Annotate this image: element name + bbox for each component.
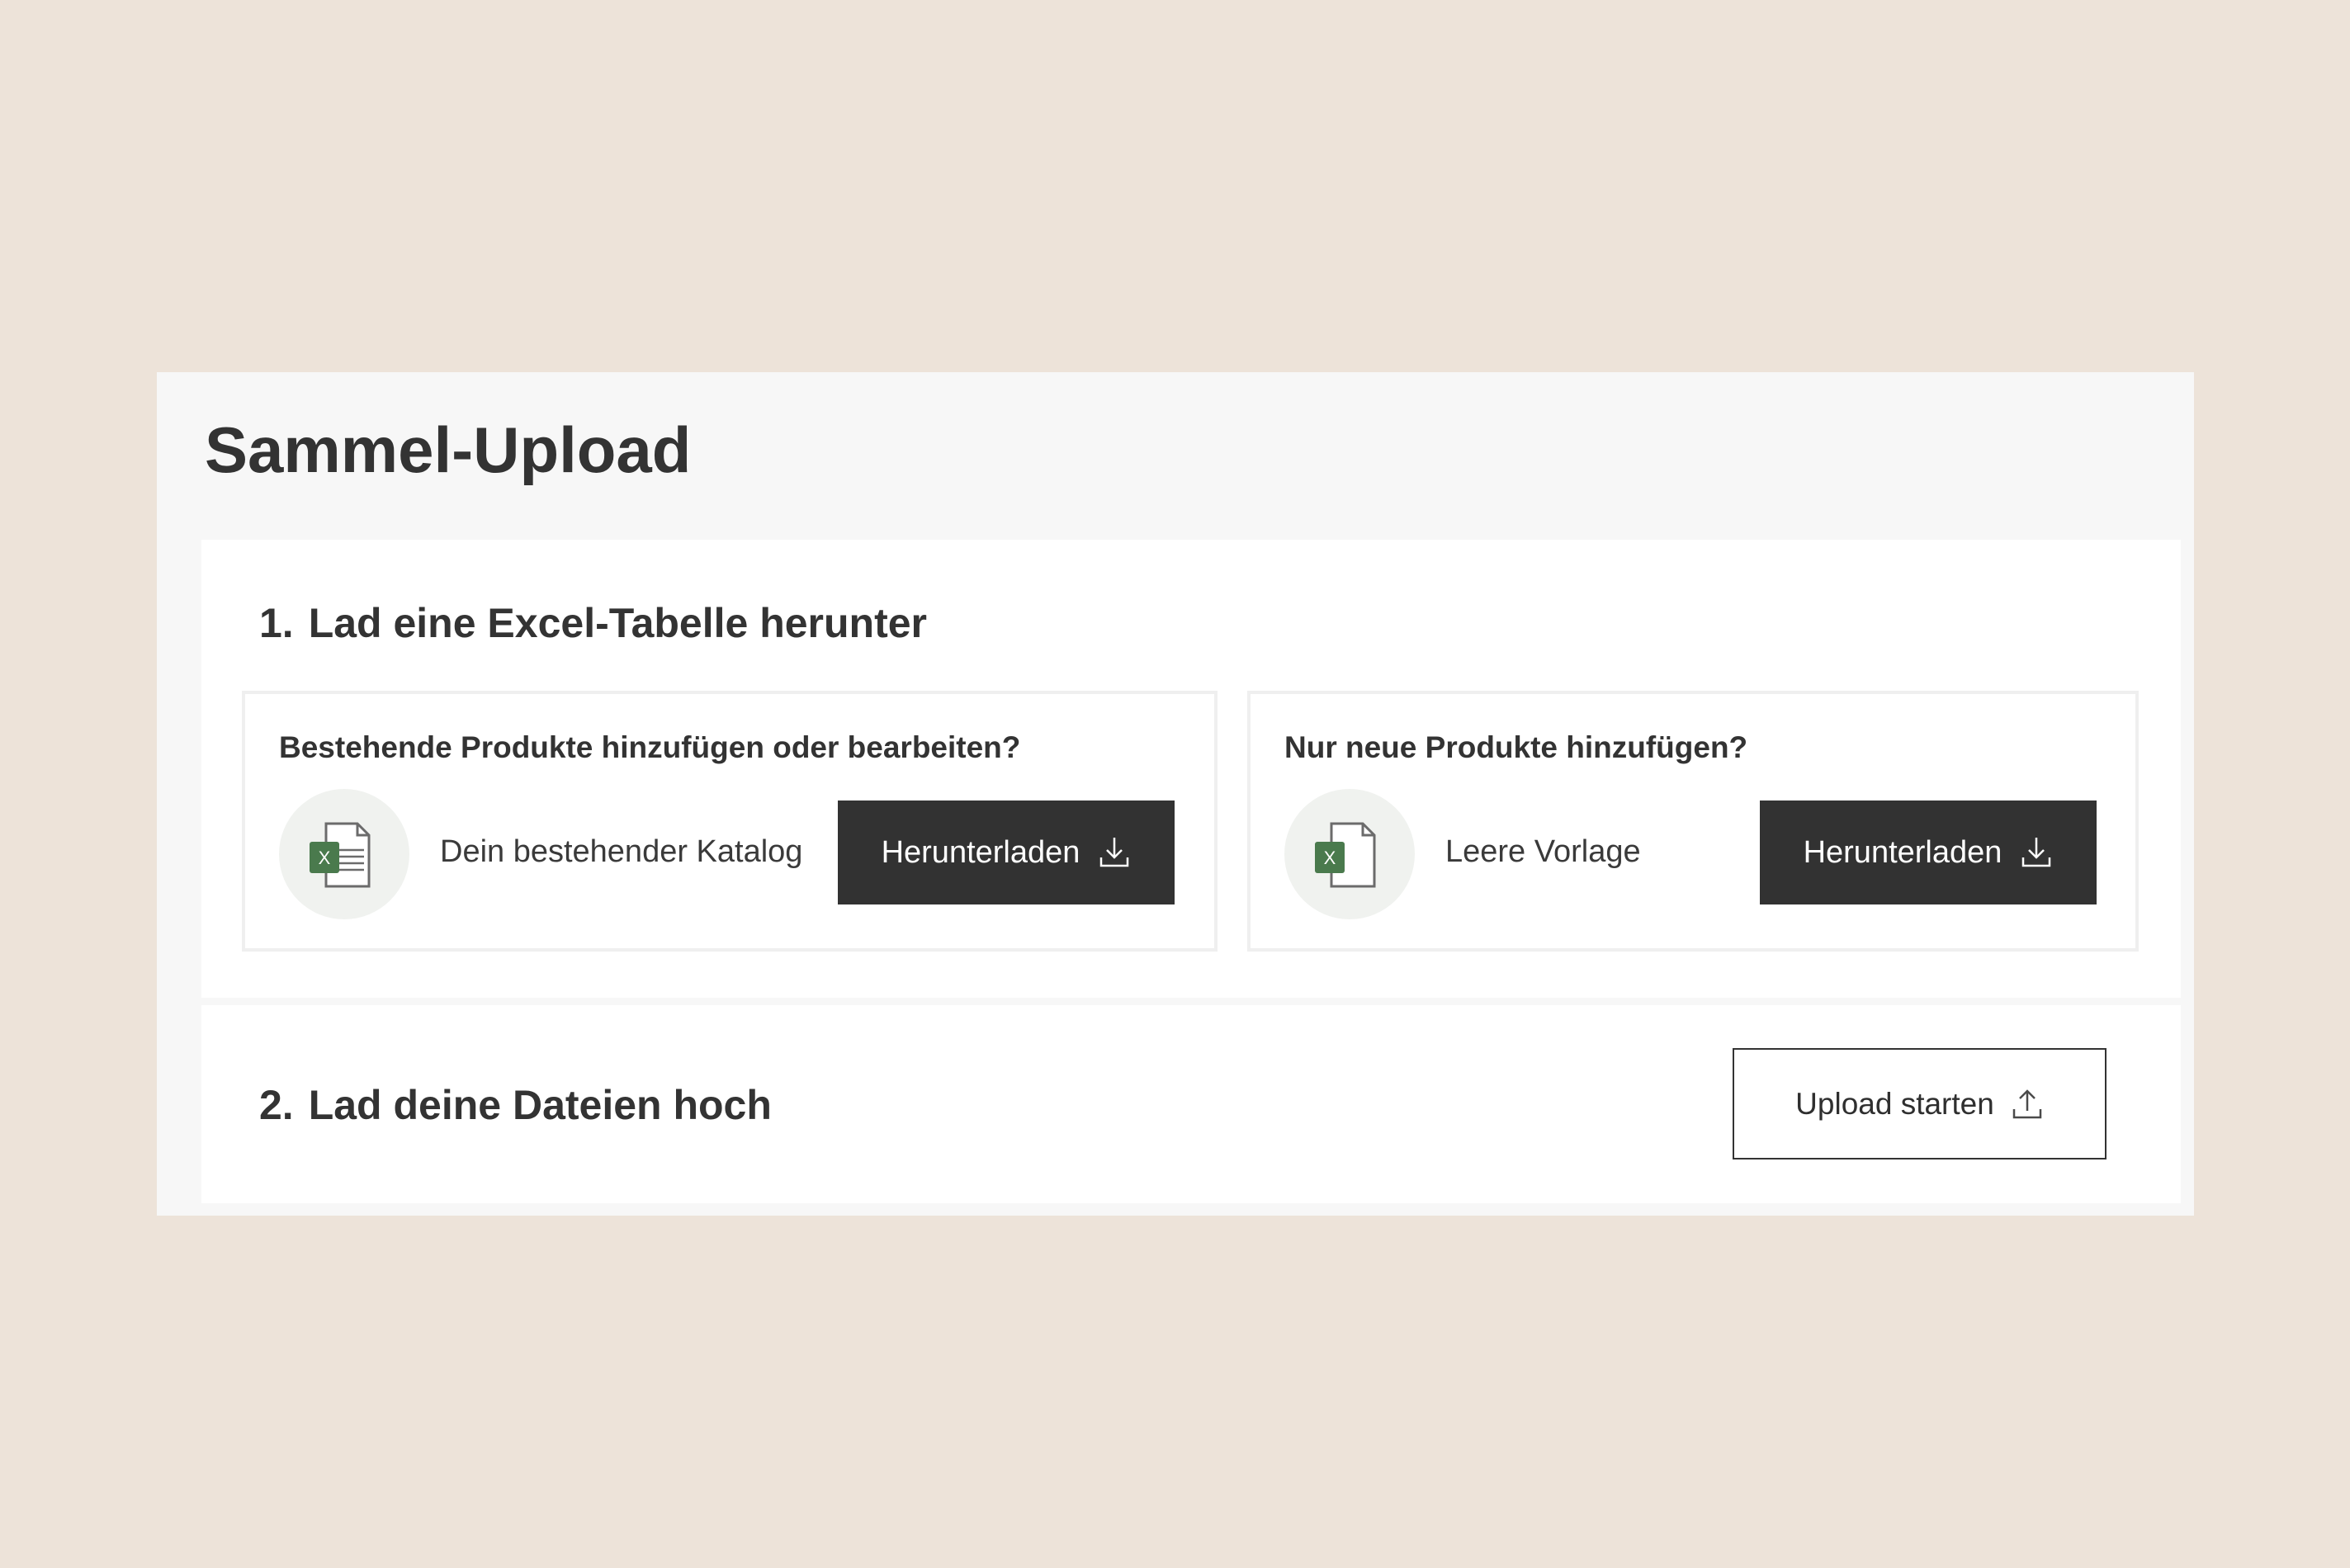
blank-template-label: Leere Vorlage [1445,834,1641,869]
step-2-heading: 2. Lad deine Dateien hoch [259,1081,772,1129]
bulk-upload-panel: Sammel-Upload 1. Lad eine Excel-Tabelle … [157,372,2194,1216]
existing-catalog-card-title: Bestehende Produkte hinzufügen oder bear… [279,730,1021,764]
step-1-number: 1. [259,600,294,646]
step-1-heading: 1. Lad eine Excel-Tabelle herunter [259,599,927,647]
download-icon [1098,834,1131,871]
svg-text:X: X [319,848,331,868]
existing-catalog-card: Bestehende Produkte hinzufügen oder bear… [242,691,1218,952]
new-products-card: Nur neue Produkte hinzufügen? X Leere Vo… [1247,691,2139,952]
svg-text:X: X [1324,848,1336,868]
step-upload-section: 2. Lad deine Dateien hoch Upload starten [201,1005,2181,1203]
excel-file-with-lines-icon: X [279,789,409,919]
step-2-heading-text: Lad deine Dateien hoch [308,1082,772,1128]
download-blank-template-button[interactable]: Herunterladen [1760,801,2097,904]
start-upload-button-label: Upload starten [1795,1086,1994,1121]
upload-icon [2011,1086,2044,1122]
start-upload-button[interactable]: Upload starten [1733,1048,2106,1159]
step-1-heading-text: Lad eine Excel-Tabelle herunter [308,600,928,646]
step-download-section: 1. Lad eine Excel-Tabelle herunter Beste… [201,540,2181,998]
download-existing-catalog-button[interactable]: Herunterladen [838,801,1175,904]
excel-blank-file-icon: X [1284,789,1415,919]
page-title: Sammel-Upload [205,413,692,486]
download-blank-template-button-label: Herunterladen [1803,834,2002,870]
existing-catalog-label: Dein bestehender Katalog [440,834,803,869]
download-existing-catalog-button-label: Herunterladen [881,834,1080,870]
download-icon [2020,834,2053,871]
step-2-number: 2. [259,1082,294,1128]
new-products-card-title: Nur neue Produkte hinzufügen? [1284,730,1748,764]
